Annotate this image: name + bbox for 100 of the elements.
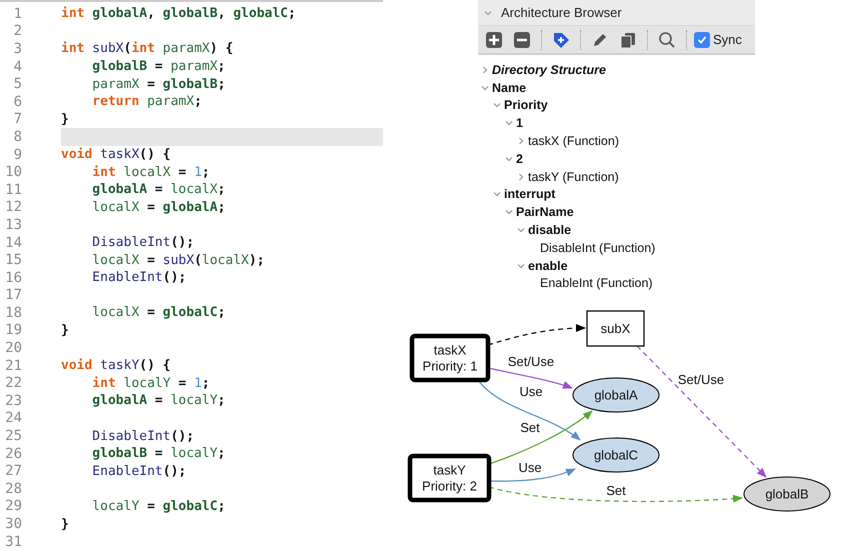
line-number: 5 [12, 75, 22, 93]
search-icon [658, 30, 676, 48]
line-number: 23 [4, 392, 22, 410]
graph-node: subX [586, 310, 645, 347]
chevron-down-icon[interactable] [481, 84, 489, 92]
tree-item[interactable]: interrupt [504, 187, 556, 202]
chevron-down-icon[interactable] [505, 208, 513, 216]
code-token: = [146, 76, 156, 92]
code-token: = [146, 252, 156, 268]
code-token: localX [122, 164, 171, 180]
chevron-down-icon[interactable] [505, 119, 513, 128]
code-token: = [146, 498, 156, 514]
line-number: 15 [4, 251, 22, 269]
line-number: 6 [12, 92, 22, 111]
code-token: 1 [194, 164, 202, 180]
code-token: 1 [194, 376, 202, 391]
code-token: (); [162, 464, 186, 479]
code-token: EnableInt [91, 270, 163, 286]
code-token: = [154, 59, 164, 74]
line-number: 26 [4, 444, 22, 462]
line-number: 19 [4, 322, 22, 340]
code-token: int [61, 41, 84, 56]
edge-label: Use [518, 460, 542, 475]
code-token: = [177, 164, 188, 180]
code-token: DisableInt [91, 428, 171, 444]
code-token: globalB [91, 59, 148, 74]
code-token: globalB [162, 6, 218, 22]
edge-label: Set [520, 420, 540, 435]
line-number: 30 [4, 515, 22, 533]
chevron-down-icon[interactable] [517, 262, 525, 270]
line-number: 2 [12, 22, 22, 40]
code-token: localY [170, 446, 218, 462]
line-number: 29 [4, 498, 22, 516]
code-token: , [218, 6, 226, 22]
code-token: ; [202, 376, 210, 391]
sync-checkbox[interactable]: Sync [694, 32, 742, 48]
line-number: 18 [4, 304, 22, 322]
code-token: paramX [146, 94, 194, 110]
tree-item[interactable]: taskY (Function) [528, 170, 619, 184]
code-token: globalC [162, 305, 218, 320]
code-token: localY [170, 393, 218, 408]
chevron-down-icon[interactable] [484, 8, 492, 16]
chevron-down-icon[interactable] [505, 154, 513, 163]
line-number: 8 [12, 128, 22, 146]
code-token: globalC [233, 6, 288, 22]
variable-node: globalB [744, 476, 830, 512]
code-token: } [61, 516, 69, 532]
tree-item[interactable]: DisableInt (Function) [540, 240, 656, 255]
line-number: 31 [4, 532, 22, 550]
code-token: globalA [162, 200, 218, 215]
tree-item[interactable]: 2 [516, 152, 523, 166]
code-token: taskY [99, 358, 140, 374]
tree-item[interactable]: Directory Structure [492, 62, 606, 77]
code-token: localX [91, 252, 140, 268]
code-token: = [154, 393, 164, 408]
code-token: int [91, 376, 116, 391]
line-number: 20 [4, 339, 22, 357]
chevron-down-icon[interactable] [517, 226, 525, 234]
tree-item[interactable]: enable [528, 258, 568, 273]
tree-item[interactable]: EnableInt (Function) [540, 276, 653, 290]
chevron-down-icon[interactable] [493, 190, 501, 198]
code-token: int [91, 164, 116, 180]
code-token: } [61, 112, 69, 127]
line-number: 9 [12, 146, 22, 164]
graph-node: taskY Priority: 2 [408, 454, 492, 502]
tree-item[interactable]: taskX (Function) [528, 134, 620, 148]
code-token: paramX [162, 41, 210, 56]
check-icon [697, 34, 707, 44]
tree-item[interactable]: PairName [516, 205, 574, 220]
code-token: localX [91, 305, 140, 320]
minus-icon [513, 30, 531, 48]
line-number: 13 [4, 216, 22, 234]
chevron-right-icon[interactable] [481, 66, 489, 74]
code-token: ; [202, 164, 210, 180]
tree-item[interactable]: Priority [504, 98, 548, 112]
code-token: (); [170, 235, 194, 250]
tree-item[interactable]: disable [528, 223, 572, 238]
code-token: = [154, 446, 164, 462]
code-token: localY [122, 376, 171, 391]
variable-node: globalA [572, 378, 660, 412]
chevron-right-icon[interactable] [517, 172, 525, 181]
code-token: localY [91, 498, 140, 514]
tag-plus-icon [552, 30, 570, 48]
chevron-right-icon[interactable] [517, 137, 525, 146]
chevron-down-icon[interactable] [493, 101, 501, 110]
code-token: (); [170, 428, 194, 444]
code-token: ; [218, 182, 226, 198]
code-token: , [147, 6, 156, 22]
code-token: ) { [210, 41, 234, 56]
line-number: 22 [4, 374, 22, 392]
code-token: DisableInt [91, 235, 171, 250]
code-token: ; [288, 6, 296, 22]
edge-label: Set [606, 483, 626, 498]
panel-header[interactable]: Architecture Browser [478, 0, 755, 26]
code-token: ; [218, 76, 226, 92]
code-token: void [61, 147, 92, 162]
tree-item[interactable]: 1 [516, 116, 523, 130]
tree-item[interactable]: Name [492, 80, 526, 95]
graph-node: taskX Priority: 1 [410, 334, 490, 382]
code-token: int [61, 6, 84, 22]
